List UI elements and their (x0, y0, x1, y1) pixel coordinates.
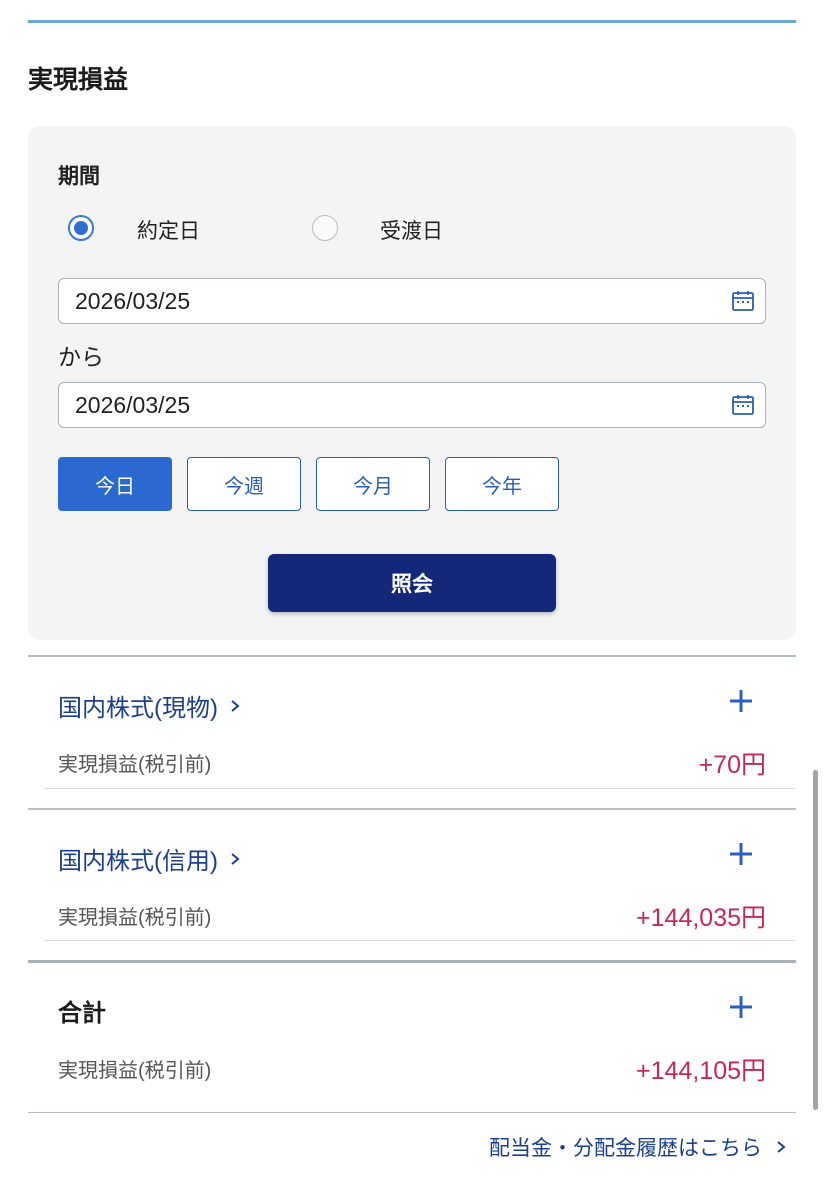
period-label: 期間 (58, 164, 100, 188)
chevron-right-icon (231, 852, 240, 865)
radio-trade-date[interactable] (68, 215, 94, 241)
calendar-icon[interactable] (731, 393, 755, 417)
row-label: 実現損益(税引前) (58, 1060, 212, 1082)
today-button[interactable]: 今日 (58, 457, 172, 511)
plus-icon[interactable] (728, 841, 754, 867)
total-divider (28, 960, 796, 963)
row-divider (43, 940, 795, 941)
category-link-shinyo[interactable]: 国内株式(信用) (58, 841, 242, 876)
calendar-icon[interactable] (731, 289, 755, 313)
plus-icon[interactable] (728, 994, 754, 1020)
this-year-button[interactable]: 今年 (445, 457, 559, 511)
row-label: 実現損益(税引前) (58, 754, 212, 776)
top-divider (28, 20, 796, 23)
plus-icon[interactable] (728, 688, 754, 714)
radio-settlement-date-label[interactable]: 受渡日 (380, 215, 443, 245)
row-label: 実現損益(税引前) (58, 907, 212, 929)
this-week-button[interactable]: 今週 (187, 457, 301, 511)
category-link-genbutsu[interactable]: 国内株式(現物) (58, 688, 242, 723)
dividend-history-link[interactable]: 配当金・分配金履歴はこちら (489, 1132, 788, 1162)
page-title: 実現損益 (28, 65, 129, 94)
section-divider (28, 808, 796, 810)
realized-pl-value: +144,035円 (636, 904, 766, 932)
this-month-button[interactable]: 今月 (316, 457, 430, 511)
from-suffix: から (58, 345, 104, 371)
total-title: 合計 (58, 999, 106, 1027)
category-title: 国内株式(現物) (58, 695, 218, 722)
chevron-right-icon (777, 1141, 786, 1153)
row-divider (43, 788, 795, 789)
date-from-input[interactable]: 2026/03/25 (58, 278, 766, 324)
scrollbar[interactable] (813, 770, 818, 1110)
date-to-input[interactable]: 2026/03/25 (58, 382, 766, 428)
radio-trade-date-label[interactable]: 約定日 (137, 215, 200, 245)
chevron-right-icon (231, 699, 240, 712)
radio-settlement-date[interactable] (312, 215, 338, 241)
search-button[interactable]: 照会 (268, 554, 556, 612)
section-divider (28, 655, 796, 657)
category-title: 国内株式(信用) (58, 848, 218, 875)
date-to-value: 2026/03/25 (75, 392, 191, 418)
date-from-value: 2026/03/25 (75, 288, 191, 314)
dividend-history-label: 配当金・分配金履歴はこちら (489, 1136, 762, 1160)
realized-pl-value: +70円 (698, 751, 766, 779)
total-realized-pl-value: +144,105円 (636, 1057, 766, 1085)
bottom-divider (28, 1112, 796, 1113)
